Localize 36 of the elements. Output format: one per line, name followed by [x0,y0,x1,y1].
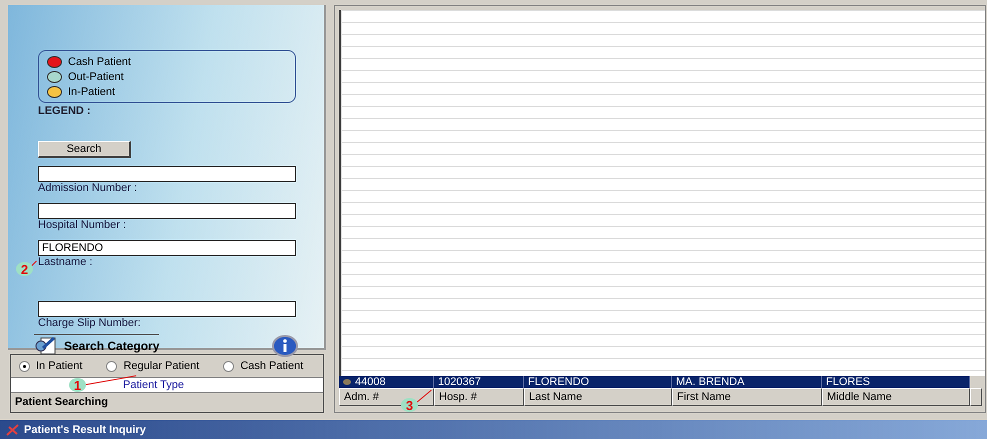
legend-label: Cash Patient [68,56,131,68]
column-header[interactable]: Last Name [524,388,672,406]
callout-marker: 3 [401,398,418,412]
field-label: Lastname : [38,256,92,269]
field-label: Admission Number : [38,182,138,195]
patient-type-tab[interactable]: Patient Type [123,379,184,391]
column-header[interactable]: Hosp. # [434,388,524,406]
app-icon [6,424,20,436]
table-cell: MA. BRENDA [672,376,822,388]
search-button[interactable]: Search [38,141,131,158]
input-field[interactable] [38,203,296,219]
empty-column-header [970,388,982,406]
legend-label: In-Patient [68,86,116,98]
column-header[interactable]: First Name [672,388,822,406]
callout-marker: 2 [16,262,33,276]
table-cell: FLORES [822,376,970,388]
table-row[interactable]: 44008 1020367 FLORENDO MA. BRENDA FLORES [339,376,985,388]
legend-title: LEGEND : [38,105,91,117]
callout-marker: 1 [69,378,86,392]
radio-option[interactable]: In Patient [19,360,82,372]
group-title: Patient Searching [14,395,109,410]
input-field[interactable] [38,301,296,317]
input-field[interactable] [38,166,296,182]
column-header[interactable]: Middle Name [822,388,970,406]
table-cell: 44008 [339,376,434,388]
window-title: Patient's Result Inquiry [24,424,146,436]
radio-option[interactable]: Regular Patient [106,360,200,372]
info-icon[interactable] [272,334,298,356]
table-cell: 1020367 [434,376,524,388]
radio-option[interactable]: Cash Patient [223,360,304,372]
input-field[interactable]: FLORENDO [38,240,296,256]
row-marker-icon [343,379,351,385]
table-cell: FLORENDO [524,376,672,388]
field-label: Hospital Number : [38,219,126,232]
field-label: Charge Slip Number: [38,317,141,330]
legend-label: Out-Patient [68,70,124,82]
